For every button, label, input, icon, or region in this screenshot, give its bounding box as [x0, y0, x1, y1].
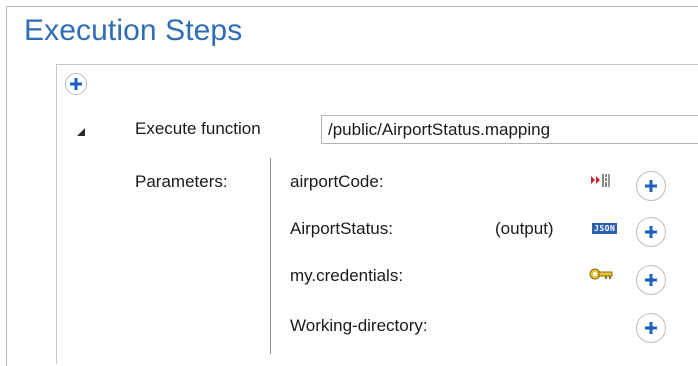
step-type-label: Execute function	[135, 119, 261, 138]
section-title: Execution Steps	[24, 14, 243, 47]
plus-icon	[645, 180, 657, 192]
add-param-airportcode-button[interactable]	[636, 171, 666, 201]
collapse-triangle-icon	[77, 128, 85, 136]
plus-icon	[70, 78, 82, 90]
add-step-button[interactable]	[65, 73, 87, 95]
plus-icon	[645, 226, 657, 238]
input-text-icon[interactable]	[590, 171, 612, 194]
add-param-mycredentials-button[interactable]	[636, 265, 666, 295]
json-icon[interactable]: JSON	[592, 223, 618, 234]
output-label: (output)	[495, 219, 554, 238]
parameters-label: Parameters:	[135, 172, 228, 191]
param-name-workingdirectory: Working-directory:	[290, 316, 428, 335]
param-name-airportstatus: AirportStatus:	[290, 219, 393, 238]
param-name-airportcode: airportCode:	[290, 172, 384, 191]
key-icon[interactable]	[589, 267, 613, 286]
parameters-divider	[270, 158, 271, 354]
function-path-input[interactable]	[321, 115, 698, 144]
param-name-mycredentials: my.credentials:	[290, 266, 404, 285]
add-param-workingdirectory-button[interactable]	[636, 313, 666, 343]
plus-icon	[645, 322, 657, 334]
collapse-toggle[interactable]	[76, 124, 88, 136]
add-param-airportstatus-button[interactable]	[636, 217, 666, 247]
plus-icon	[645, 274, 657, 286]
